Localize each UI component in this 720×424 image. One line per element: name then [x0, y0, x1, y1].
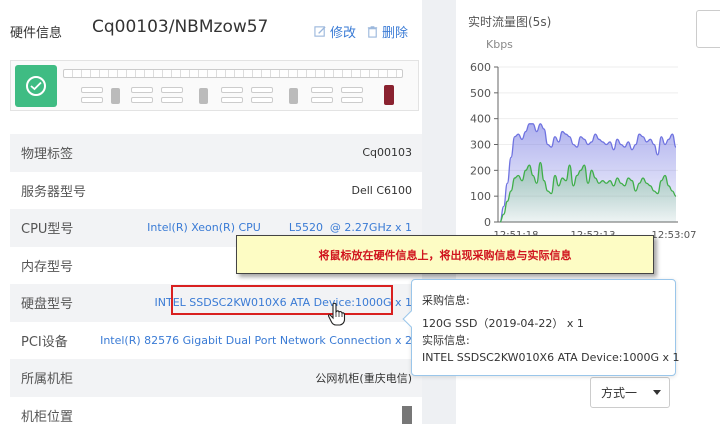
delete-button[interactable]: 删除	[366, 22, 408, 41]
method-select-value: 方式一	[601, 386, 638, 400]
purchase-label: 采购信息:	[422, 294, 470, 307]
row-label: CPU型号	[21, 222, 74, 238]
row-value[interactable]: Intel(R) 82576 Gigabit Dual Port Network…	[100, 334, 412, 347]
y-tick-label: 200	[470, 164, 491, 177]
row-label: PCI设备	[21, 334, 68, 350]
section-title: 硬件信息	[10, 26, 63, 41]
row-label: 机柜位置	[21, 409, 74, 424]
row-value: Cq00103	[362, 146, 412, 160]
drive-slot	[341, 87, 363, 93]
delete-label: 删除	[382, 26, 409, 41]
chevron-down-icon	[653, 390, 661, 395]
y-tick-label: 300	[470, 139, 491, 152]
drive-slot	[311, 87, 333, 93]
table-row[interactable]: 机柜位置	[10, 397, 422, 424]
y-tick-label: 100	[470, 190, 491, 203]
table-row[interactable]: 服务器型号 Dell C6100	[10, 172, 422, 210]
cabinet-icon	[402, 406, 412, 424]
x-tick-label: 12:53:07	[652, 230, 697, 241]
drive-slot	[161, 97, 183, 103]
drive-slot	[81, 87, 103, 93]
y-tick-label: 400	[470, 113, 491, 126]
table-row[interactable]: PCI设备 Intel(R) 82576 Gigabit Dual Port N…	[10, 322, 422, 360]
y-tick-label: 0	[484, 216, 491, 229]
hardware-info-table: 物理标签 Cq00103 服务器型号 Dell C6100 CPU型号 Inte…	[10, 134, 422, 424]
row-value: Dell C6100	[351, 183, 412, 197]
row-value[interactable]: Intel(R) Xeon(R) CPU L5520 @ 2.27GHz x 1	[147, 221, 412, 234]
drive-slot	[161, 87, 183, 93]
table-row[interactable]: 所属机柜 公网机柜(重庆电信)	[10, 359, 422, 397]
hand-cursor-icon	[327, 302, 346, 326]
drive-bay	[111, 88, 120, 104]
drive-slot	[341, 97, 363, 103]
purchase-value: 120G SSD（2019-04-22） x 1	[422, 317, 584, 330]
server-hostname: Cq00103/NBMzow57	[92, 17, 269, 37]
power-bay	[384, 85, 394, 105]
drive-slot	[131, 97, 153, 103]
row-label: 服务器型号	[21, 184, 87, 200]
traffic-chart: 010020030040050060012:51:1812:52:1312:53…	[470, 61, 697, 241]
server-chassis-graphic	[10, 60, 419, 111]
drive-bay	[199, 88, 208, 104]
row-value: 公网机柜(重庆电信)	[315, 371, 412, 385]
disk-highlight-box	[171, 285, 393, 315]
status-ok-badge	[15, 65, 57, 107]
row-label: 物理标签	[21, 147, 74, 163]
actual-value: INTEL SSDSC2KW010X6 ATA Device:1000G x 1	[422, 351, 680, 364]
method-select[interactable]: 方式一	[590, 377, 670, 408]
edit-icon	[314, 26, 326, 37]
drive-bay	[289, 88, 298, 104]
drive-slot	[221, 97, 243, 103]
hardware-panel: 硬件信息 Cq00103/NBMzow57 修改 删除 物理标签 Cq00103…	[0, 0, 422, 424]
hardware-popover: 采购信息: 120G SSD（2019-04-22） x 1 实际信息: INT…	[402, 279, 680, 376]
actual-label: 实际信息:	[422, 334, 470, 347]
row-label: 内存型号	[21, 259, 74, 275]
drive-slot	[221, 87, 243, 93]
row-label: 所属机柜	[21, 372, 74, 388]
y-tick-label: 500	[470, 87, 491, 100]
tip-text: 将鼠标放在硬件信息上，将出现采购信息与实际信息	[318, 248, 572, 262]
trash-icon	[367, 26, 378, 38]
drive-slot	[251, 87, 273, 93]
drive-slot	[251, 97, 273, 103]
drive-slot	[81, 97, 103, 103]
vent-row	[63, 69, 403, 78]
table-row[interactable]: 物理标签 Cq00103	[10, 134, 422, 172]
y-tick-label: 600	[470, 61, 491, 74]
check-icon	[26, 76, 46, 96]
drive-slot	[311, 97, 333, 103]
row-label: 硬盘型号	[21, 297, 74, 313]
tip-banner: 将鼠标放在硬件信息上，将出现采购信息与实际信息	[236, 235, 654, 274]
drive-slot	[131, 87, 153, 93]
edit-button[interactable]: 修改	[314, 22, 356, 41]
edit-label: 修改	[330, 26, 357, 41]
